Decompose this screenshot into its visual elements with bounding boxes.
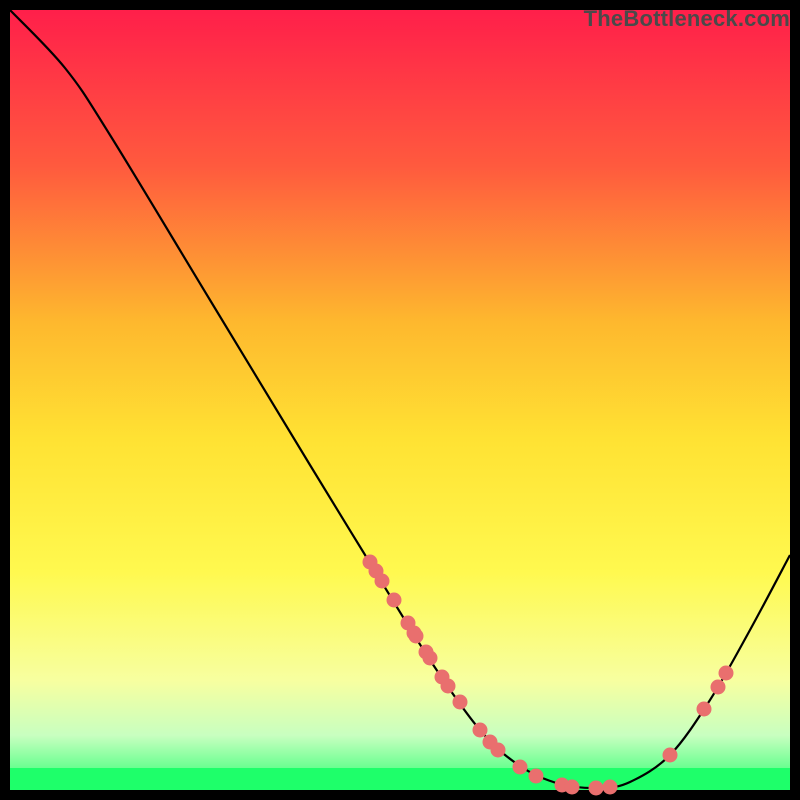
safe-zone-band xyxy=(10,768,790,790)
data-point xyxy=(719,666,734,681)
data-point xyxy=(453,695,468,710)
plot-area xyxy=(10,10,790,790)
data-point xyxy=(603,780,618,795)
data-point xyxy=(491,743,506,758)
data-point xyxy=(473,723,488,738)
watermark-text: TheBottleneck.com xyxy=(584,6,790,32)
data-point xyxy=(441,679,456,694)
data-point xyxy=(529,769,544,784)
data-point xyxy=(409,629,424,644)
data-point xyxy=(565,780,580,795)
data-point xyxy=(663,748,678,763)
data-point xyxy=(423,651,438,666)
data-point xyxy=(697,702,712,717)
data-point xyxy=(711,680,726,695)
data-point xyxy=(387,593,402,608)
data-point xyxy=(513,760,528,775)
data-point xyxy=(589,781,604,796)
bottleneck-chart xyxy=(0,0,800,800)
data-point xyxy=(375,574,390,589)
